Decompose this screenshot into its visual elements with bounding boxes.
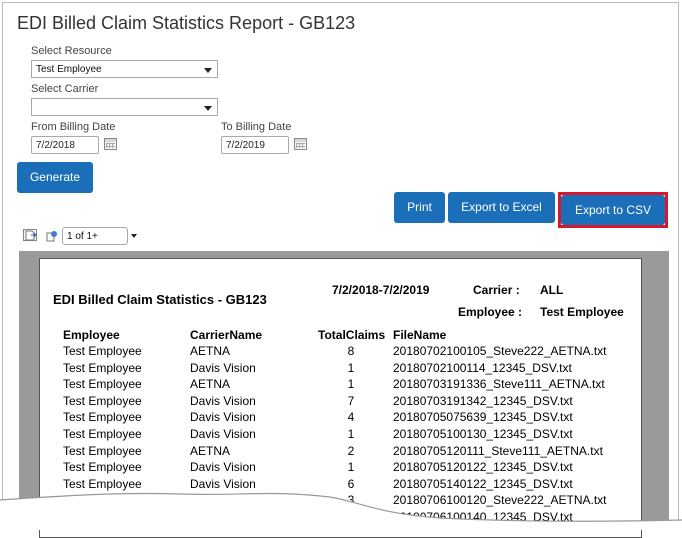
- table-cell-carrier: Davis Vision: [190, 393, 256, 408]
- page-title: EDI Billed Claim Statistics Report - GB1…: [17, 13, 356, 33]
- table-cell-employee: Test Employee: [63, 377, 142, 392]
- table-cell-file: 20180705075639_12345_DSV.txt: [393, 410, 573, 425]
- report-employee-label: Employee :: [458, 305, 523, 319]
- table-cell-employee: Test Employee: [63, 410, 142, 425]
- export-csv-highlight: [558, 192, 668, 228]
- chevron-down-icon[interactable]: [131, 234, 137, 238]
- generate-button[interactable]: Generate: [17, 162, 93, 193]
- resource-select[interactable]: Test Employee: [31, 60, 218, 78]
- from-date-label: From Billing Date: [31, 121, 116, 133]
- table-cell-carrier: Davis Vision: [190, 360, 256, 375]
- column-header-employee: Employee: [63, 328, 120, 342]
- table-cell-employee: Test Employee: [63, 393, 142, 408]
- report-carrier-value: ALL: [540, 283, 564, 297]
- calendar-icon[interactable]: [294, 138, 307, 150]
- table-cell-file: 20180703191336_Steve111_AETNA.txt: [393, 377, 605, 392]
- table-cell-claims: 7: [347, 393, 355, 408]
- table-cell-employee: Test Employee: [63, 443, 142, 458]
- table-cell-claims: 1: [347, 360, 355, 375]
- column-header-total-claims: TotalClaims: [318, 328, 386, 342]
- from-date-input[interactable]: 7/2/2018: [31, 136, 99, 154]
- table-cell-claims: 8: [347, 344, 355, 358]
- table-cell-claims: 4: [347, 410, 355, 425]
- to-date-label: To Billing Date: [221, 121, 292, 133]
- calendar-icon[interactable]: [104, 138, 117, 150]
- table-cell-carrier: AETNA: [190, 377, 231, 392]
- table-cell-employee: Test Employee: [63, 360, 142, 375]
- report-title: EDI Billed Claim Statistics - GB123: [53, 292, 267, 307]
- carrier-label: Select Carrier: [31, 83, 99, 95]
- table-cell-claims: 1: [347, 377, 355, 392]
- table-cell-carrier: Davis Vision: [190, 427, 256, 441]
- print-button[interactable]: Print: [394, 192, 445, 223]
- column-header-carrier: CarrierName: [190, 328, 263, 342]
- report-carrier-label: Carrier :: [473, 283, 520, 297]
- table-cell-file: 20180703191342_12345_DSV.txt: [393, 393, 573, 408]
- export-excel-button[interactable]: Export to Excel: [448, 192, 555, 223]
- resource-label: Select Resource: [31, 45, 112, 57]
- carrier-select[interactable]: [31, 98, 218, 116]
- table-cell-carrier: Davis Vision: [190, 410, 256, 425]
- column-header-filename: FileName: [393, 328, 447, 342]
- chevron-down-icon: [204, 106, 212, 111]
- resource-select-value: Test Employee: [36, 64, 102, 75]
- table-cell-claims: 1: [347, 427, 355, 441]
- table-cell-carrier: AETNA: [190, 443, 231, 458]
- table-cell-carrier: AETNA: [190, 344, 231, 358]
- table-cell-file: 20180705100130_12345_DSV.txt: [393, 427, 573, 441]
- refresh-icon[interactable]: [44, 229, 58, 242]
- page-number-select[interactable]: 1 of 1+: [62, 227, 128, 245]
- table-cell-file: 20180705120111_Steve111_AETNA.txt: [393, 443, 603, 458]
- report-date-range: 7/2/2018-7/2/2019: [332, 283, 430, 297]
- chevron-down-icon: [204, 68, 212, 73]
- torn-edge: [0, 492, 682, 530]
- page-number-value: 1 of 1+: [67, 231, 98, 242]
- to-date-input[interactable]: 7/2/2019: [221, 136, 289, 154]
- export-document-icon[interactable]: [23, 229, 37, 241]
- table-cell-file: 20180702100105_Steve222_AETNA.txt: [393, 344, 607, 358]
- table-cell-file: 20180702100114_12345_DSV.txt: [393, 360, 572, 375]
- table-cell-employee: Test Employee: [63, 344, 142, 358]
- report-employee-value: Test Employee: [540, 305, 624, 319]
- table-cell-employee: Test Employee: [63, 427, 142, 441]
- table-cell-claims: 2: [347, 443, 355, 458]
